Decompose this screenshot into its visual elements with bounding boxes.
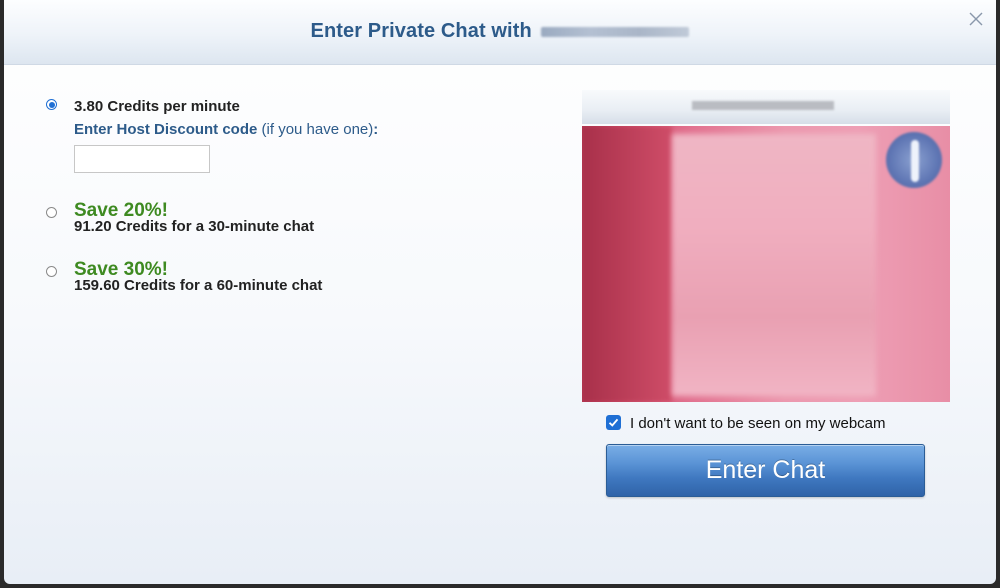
redacted-host-name (541, 26, 690, 37)
close-icon[interactable] (966, 9, 986, 29)
redacted-preview-title (692, 101, 834, 110)
dialog-header: Enter Private Chat with (4, 0, 996, 65)
dialog-title: Enter Private Chat with (4, 20, 996, 43)
webcam-checkbox[interactable] (606, 415, 621, 430)
preview-header (582, 90, 950, 124)
per-minute-radio[interactable] (46, 99, 57, 110)
webcam-label: I don't want to be seen on my webcam (630, 415, 886, 432)
save-20-radio[interactable] (46, 207, 57, 218)
discount-label-colon: : (373, 121, 379, 138)
dialog-title-text: Enter Private Chat with (310, 20, 532, 42)
save-20-subtitle: 91.20 Credits for a 30-minute chat (74, 218, 315, 235)
private-chat-dialog: Enter Private Chat with 3.80 Credits per… (4, 0, 996, 584)
host-preview-image (582, 126, 950, 402)
save-30-radio[interactable] (46, 266, 57, 277)
discount-code-input[interactable] (74, 145, 210, 173)
checkmark-icon (608, 418, 619, 427)
discount-label-rest: (if you have one) (257, 121, 374, 138)
discount-label-bold: Enter Host Discount code (74, 121, 258, 138)
enter-chat-button[interactable]: Enter Chat (606, 444, 925, 497)
discount-code-label: Enter Host Discount code (if you have on… (74, 121, 378, 138)
per-minute-label: 3.80 Credits per minute (74, 98, 240, 115)
save-30-subtitle: 159.60 Credits for a 60-minute chat (74, 277, 323, 294)
